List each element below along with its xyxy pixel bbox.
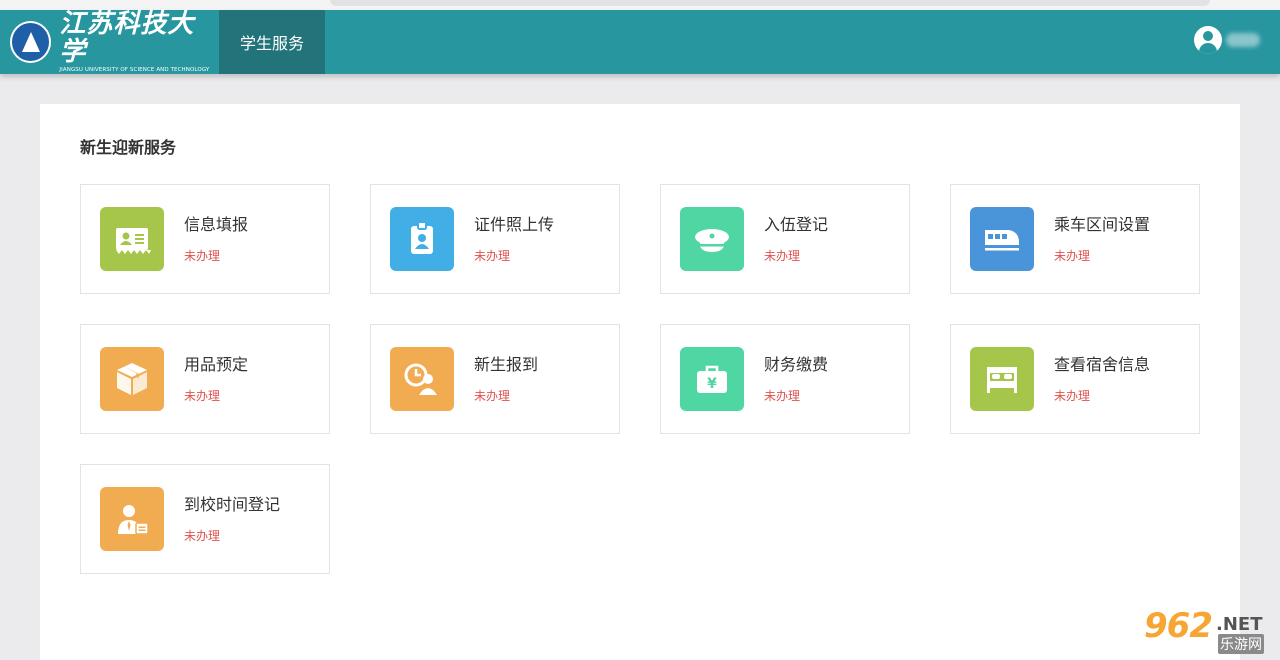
service-card-dormitory-info[interactable]: 查看宿舍信息 未办理	[950, 324, 1200, 434]
service-card-train-interval[interactable]: 乘车区间设置 未办理	[950, 184, 1200, 294]
train-icon	[970, 207, 1034, 271]
university-logo[interactable]: 江苏科技大学 JIANGSU UNIVERSITY OF SCIENCE AND…	[0, 10, 219, 74]
nav-tab-student-services[interactable]: 学生服务	[219, 10, 325, 74]
card-status: 未办理	[764, 249, 801, 263]
service-card-arrival-time-registration[interactable]: 到校时间登记 未办理	[80, 464, 330, 574]
card-status: 未办理	[184, 389, 221, 403]
card-title: 查看宿舍信息	[1054, 355, 1151, 374]
svg-text:¥: ¥	[707, 376, 717, 392]
service-card-id-photo-upload[interactable]: 证件照上传 未办理	[370, 184, 620, 294]
military-cap-icon	[680, 207, 744, 271]
university-emblem-icon	[10, 21, 52, 63]
user-name-blurred	[1226, 33, 1260, 47]
watermark-number: 962	[1144, 606, 1213, 646]
card-title: 财务缴费	[764, 355, 829, 374]
site-watermark: 962 .NET 乐游网	[1142, 606, 1270, 654]
service-card-supplies-order[interactable]: 用品预定 未办理	[80, 324, 330, 434]
card-status: 未办理	[474, 249, 511, 263]
clock-person-icon	[390, 347, 454, 411]
yen-bag-icon: ¥	[680, 347, 744, 411]
card-status: 未办理	[184, 529, 221, 543]
card-title: 证件照上传	[474, 215, 555, 234]
address-bar	[330, 0, 1210, 6]
id-card-icon	[100, 207, 164, 271]
main-panel: 新生迎新服务 信息填报 未办理 证件照上传 未办理 入伍登记 未办理 乘车区间设…	[40, 104, 1240, 660]
card-status: 未办理	[184, 249, 221, 263]
user-avatar-icon[interactable]	[1194, 26, 1222, 54]
card-title: 信息填报	[184, 215, 249, 234]
card-title: 入伍登记	[764, 215, 829, 234]
watermark-suffix: .NET	[1216, 614, 1263, 635]
card-status: 未办理	[474, 389, 511, 403]
card-status: 未办理	[1054, 389, 1091, 403]
watermark-cn: 乐游网	[1218, 634, 1264, 654]
card-title: 用品预定	[184, 355, 249, 374]
service-card-enlistment-registration[interactable]: 入伍登记 未办理	[660, 184, 910, 294]
top-navbar: 江苏科技大学 JIANGSU UNIVERSITY OF SCIENCE AND…	[0, 10, 1280, 74]
logo-english-name: JIANGSU UNIVERSITY OF SCIENCE AND TECHNO…	[59, 67, 210, 73]
logo-chinese-name: 江苏科技大学	[59, 9, 195, 67]
bed-icon	[970, 347, 1034, 411]
user-menu[interactable]	[1194, 26, 1260, 54]
service-card-freshman-checkin[interactable]: 新生报到 未办理	[370, 324, 620, 434]
card-status: 未办理	[1054, 249, 1091, 263]
section-title: 新生迎新服务	[80, 138, 177, 157]
card-title: 新生报到	[474, 355, 539, 374]
card-title: 乘车区间设置	[1054, 215, 1151, 234]
person-form-icon	[100, 487, 164, 551]
service-card-info-fill[interactable]: 信息填报 未办理	[80, 184, 330, 294]
package-box-icon	[100, 347, 164, 411]
card-title: 到校时间登记	[184, 495, 281, 514]
service-card-tuition-payment[interactable]: ¥ 财务缴费 未办理	[660, 324, 910, 434]
badge-photo-icon	[390, 207, 454, 271]
card-status: 未办理	[764, 389, 801, 403]
